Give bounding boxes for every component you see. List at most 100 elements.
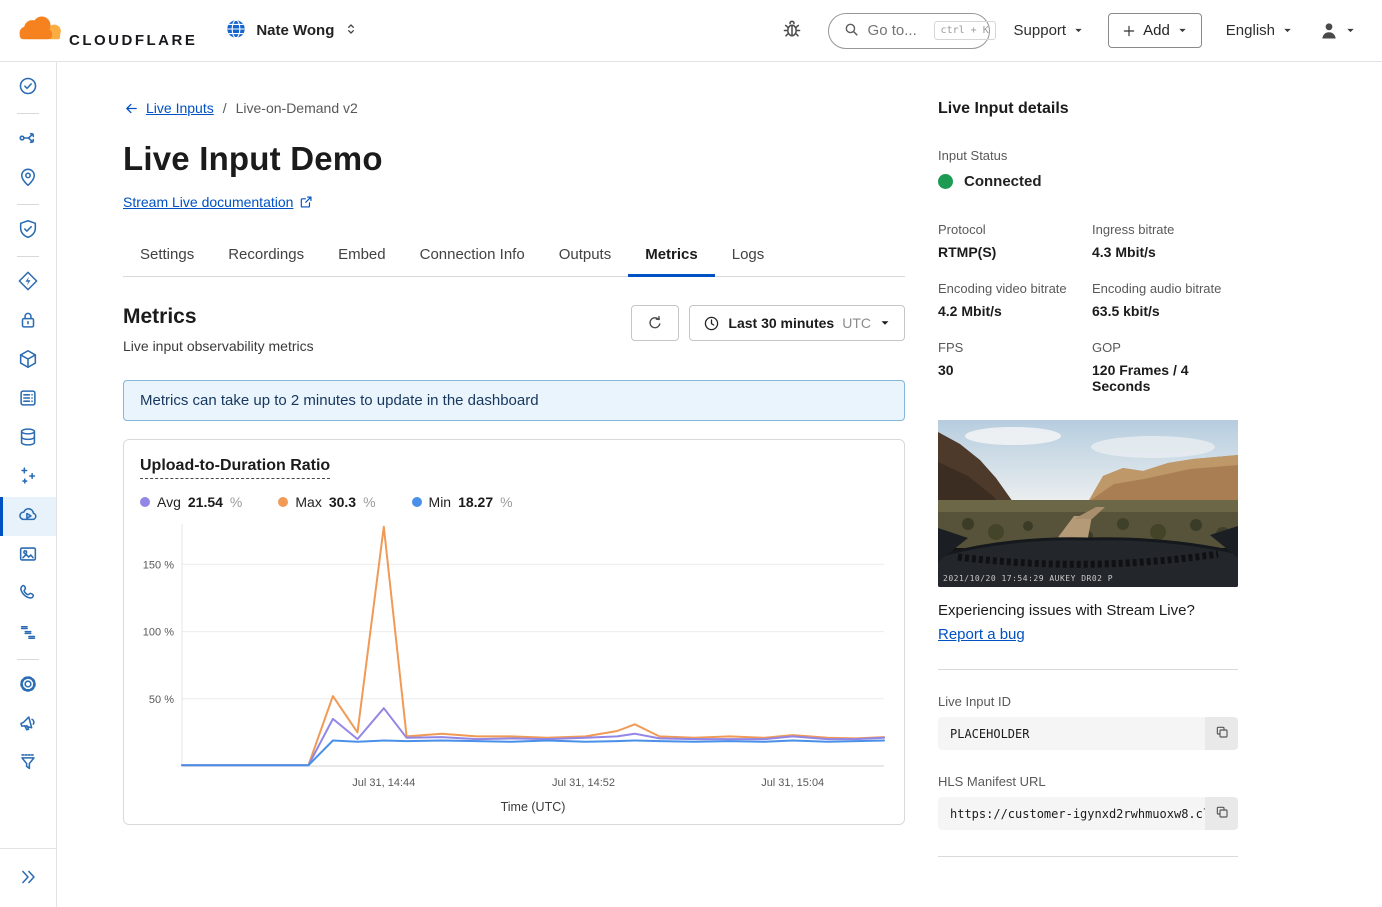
svg-text:50 %: 50 %	[149, 694, 174, 706]
breadcrumb-back-link[interactable]: Live Inputs	[123, 100, 214, 116]
sidebar-collapse-button[interactable]	[17, 866, 39, 891]
search-icon	[843, 21, 860, 41]
user-menu[interactable]	[1317, 19, 1356, 43]
workers-cube-icon	[17, 348, 39, 373]
sidebar-item-logs-list[interactable]	[0, 614, 56, 653]
sidebar-divider	[17, 256, 39, 257]
logs-list-icon	[17, 621, 39, 646]
clock-icon	[703, 315, 720, 332]
gear-settings-icon	[17, 673, 39, 698]
legend-item-max[interactable]: Max 30.3 %	[278, 494, 375, 510]
upload-duration-chart[interactable]: 50 %100 %150 %Jul 31, 14:44Jul 31, 14:52…	[140, 518, 888, 818]
chart-title[interactable]: Upload-to-Duration Ratio	[140, 457, 330, 479]
add-button[interactable]: Add	[1108, 13, 1202, 48]
tab-metrics[interactable]: Metrics	[628, 237, 715, 277]
detail-label: FPS	[938, 340, 1084, 355]
cloudflare-logo[interactable]: CLOUDFLARE	[16, 12, 197, 49]
phone-calls-icon	[17, 582, 39, 607]
live-input-id-value: PLACEHOLDER	[938, 717, 1205, 750]
copy-icon	[1214, 724, 1230, 743]
stream-docs-link[interactable]: Stream Live documentation	[123, 194, 313, 210]
tab-connection-info[interactable]: Connection Info	[403, 237, 542, 277]
account-selector[interactable]: Nate Wong	[225, 18, 359, 43]
global-search[interactable]: ctrl + K	[828, 13, 990, 49]
cloudflare-cloud-icon	[16, 12, 66, 49]
detail-field: GOP 120 Frames / 4 Seconds	[1092, 340, 1238, 394]
location-pin-icon	[17, 166, 39, 191]
sidebar-item-images[interactable]	[0, 536, 56, 575]
legend-value: 30.3	[329, 494, 356, 510]
tab-bar: SettingsRecordingsEmbedConnection InfoOu…	[123, 237, 905, 277]
search-input[interactable]	[868, 22, 926, 39]
svg-text:Jul 31, 14:52: Jul 31, 14:52	[552, 777, 615, 789]
cloudflare-logo-text: CLOUDFLARE	[69, 32, 197, 49]
hls-manifest-url-copy-button[interactable]	[1205, 797, 1238, 830]
svg-text:150 %: 150 %	[143, 559, 174, 571]
images-icon	[17, 543, 39, 568]
detail-value: 120 Frames / 4 Seconds	[1092, 362, 1238, 394]
report-bug-link[interactable]: Report a bug	[938, 626, 1025, 643]
legend-dot	[140, 497, 150, 507]
sidebar-item-traffic[interactable]	[0, 120, 56, 159]
detail-field: Encoding audio bitrate 63.5 kbit/s	[1092, 281, 1238, 319]
time-range-dropdown[interactable]: Last 30 minutes UTC	[689, 305, 905, 341]
svg-text:Time (UTC): Time (UTC)	[501, 800, 566, 814]
legend-unit: %	[363, 494, 375, 510]
live-input-details-panel: Live Input details Input Status Connecte…	[938, 100, 1238, 907]
sidebar-item-security-shield[interactable]	[0, 211, 56, 250]
detail-label: GOP	[1092, 340, 1238, 355]
support-menu[interactable]: Support	[1014, 22, 1085, 39]
sidebar-item-time-travel[interactable]	[0, 68, 56, 107]
top-header: CLOUDFLARE Nate Wong ctrl + K Support Ad…	[0, 0, 1382, 62]
sidebar-item-location-pin[interactable]	[0, 159, 56, 198]
details-title: Live Input details	[938, 100, 1238, 118]
tab-logs[interactable]: Logs	[715, 237, 782, 277]
language-menu[interactable]: English	[1226, 22, 1293, 39]
person-icon	[1317, 19, 1341, 43]
sidebar-item-funnel-filter[interactable]	[0, 744, 56, 783]
tab-outputs[interactable]: Outputs	[542, 237, 629, 277]
live-preview-thumbnail[interactable]: 2021/10/20 17:54:29 AUKEY DR02 P	[938, 420, 1238, 587]
sidebar-item-workers-cube[interactable]	[0, 341, 56, 380]
sidebar-item-server-stack[interactable]	[0, 380, 56, 419]
detail-value: 30	[938, 362, 1084, 378]
ai-sparkles-icon	[17, 465, 39, 490]
legend-item-avg[interactable]: Avg 21.54 %	[140, 494, 242, 510]
legend-item-min[interactable]: Min 18.27 %	[412, 494, 513, 510]
sidebar-item-speed-lightning[interactable]	[0, 263, 56, 302]
legend-unit: %	[500, 494, 512, 510]
tab-embed[interactable]: Embed	[321, 237, 403, 277]
sidebar-item-database[interactable]	[0, 419, 56, 458]
bug-icon[interactable]	[780, 16, 804, 45]
sidebar-item-stream[interactable]	[0, 497, 56, 536]
speed-lightning-icon	[17, 270, 39, 295]
sidebar-item-megaphone[interactable]	[0, 705, 56, 744]
breadcrumb-separator: /	[223, 100, 227, 116]
time-zone-label: UTC	[842, 315, 871, 331]
detail-value: 63.5 kbit/s	[1092, 303, 1238, 319]
detail-label: Encoding video bitrate	[938, 281, 1084, 296]
details-fields: Protocol RTMP(S)Ingress bitrate 4.3 Mbit…	[938, 222, 1238, 394]
legend-dot	[278, 497, 288, 507]
globe-icon	[225, 18, 247, 43]
refresh-button[interactable]	[631, 305, 679, 341]
copy-icon	[1214, 804, 1230, 823]
sidebar-item-gear-settings[interactable]	[0, 666, 56, 705]
funnel-filter-icon	[17, 751, 39, 776]
sidebar-item-ssl-lock[interactable]	[0, 302, 56, 341]
sidebar-item-ai-sparkles[interactable]	[0, 458, 56, 497]
left-sidebar	[0, 62, 57, 907]
chart-card: Upload-to-Duration Ratio Avg 21.54 % Max…	[123, 439, 905, 825]
legend-dot	[412, 497, 422, 507]
sidebar-item-phone-calls[interactable]	[0, 575, 56, 614]
chart-legend: Avg 21.54 % Max 30.3 % Min 18.27 %	[140, 494, 888, 510]
hls-manifest-url-value: https://customer-igynxd2rwhmuoxw8.cloudf	[938, 797, 1205, 830]
legend-label: Max	[295, 494, 321, 510]
add-label: Add	[1143, 22, 1170, 39]
page-title: Live Input Demo	[123, 140, 905, 178]
metrics-subtitle: Live input observability metrics	[123, 338, 314, 354]
tab-settings[interactable]: Settings	[123, 237, 211, 277]
tab-recordings[interactable]: Recordings	[211, 237, 321, 277]
live-input-id-copy-button[interactable]	[1205, 717, 1238, 750]
chevron-down-icon	[1282, 25, 1293, 36]
